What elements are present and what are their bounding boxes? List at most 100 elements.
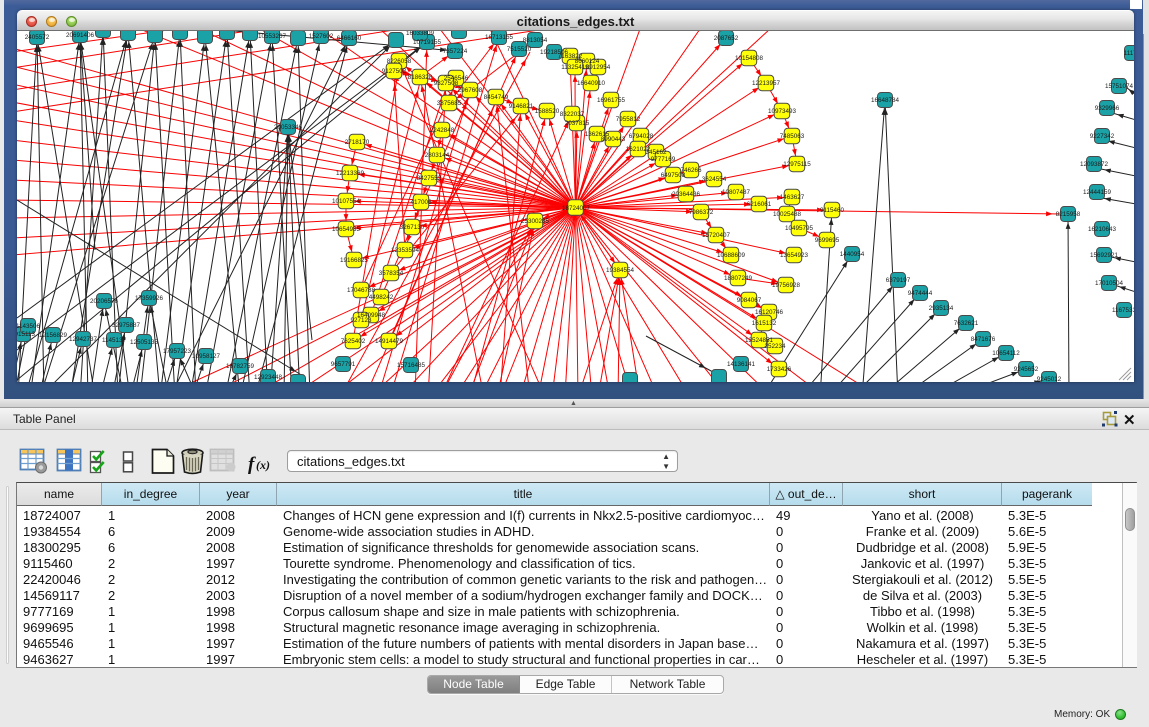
svg-text:17359926: 17359926 <box>135 295 164 302</box>
svg-text:3624554: 3624554 <box>702 176 727 183</box>
svg-text:2405572: 2405572 <box>25 34 50 41</box>
svg-text:7625402: 7625402 <box>341 338 366 345</box>
svg-text:2037815: 2037815 <box>565 120 590 127</box>
svg-text:10958127: 10958127 <box>192 353 221 360</box>
svg-text:10654935: 10654935 <box>332 226 361 233</box>
svg-text:17046788: 17046788 <box>347 287 376 294</box>
svg-text:8427552: 8427552 <box>417 175 442 182</box>
svg-text:7986372: 7986372 <box>689 209 714 216</box>
svg-text:3875685: 3875685 <box>437 100 462 107</box>
svg-text:10654112: 10654112 <box>992 350 1020 357</box>
svg-text:12923448: 12923448 <box>254 374 283 381</box>
svg-text:15716485: 15716485 <box>397 362 426 369</box>
svg-text:3267130: 3267130 <box>400 224 425 231</box>
svg-text:8322037: 8322037 <box>560 111 585 118</box>
svg-text:(x): (x) <box>256 458 270 472</box>
svg-text:16782759: 16782759 <box>226 363 255 370</box>
svg-text:9084067: 9084067 <box>737 297 762 304</box>
svg-text:2967608: 2967608 <box>458 87 483 94</box>
svg-text:14914479: 14914479 <box>375 338 404 345</box>
svg-text:16961755: 16961755 <box>597 97 626 104</box>
svg-text:12444159: 12444159 <box>1083 189 1112 196</box>
svg-text:9227342: 9227342 <box>1090 133 1115 140</box>
svg-text:6216061: 6216061 <box>747 201 772 208</box>
svg-text:9146821: 9146821 <box>509 103 534 110</box>
svg-text:20691406: 20691406 <box>66 32 95 39</box>
svg-text:11325419: 11325419 <box>561 64 589 71</box>
svg-text:1463627: 1463627 <box>780 194 805 201</box>
svg-text:10688609: 10688609 <box>717 252 746 259</box>
svg-text:12353594: 12353594 <box>391 247 420 254</box>
svg-text:7955812: 7955812 <box>616 116 641 123</box>
svg-text:15720407: 15720407 <box>702 232 731 239</box>
svg-text:9115460: 9115460 <box>820 207 845 214</box>
svg-text:9474444: 9474444 <box>908 290 933 297</box>
svg-text:15751074: 15751074 <box>1105 83 1134 90</box>
svg-text:345162: 345162 <box>645 149 667 156</box>
svg-text:19384554: 19384554 <box>606 267 635 274</box>
svg-text:9657791: 9657791 <box>331 361 356 368</box>
svg-text:10495795: 10495795 <box>785 225 814 232</box>
svg-text:16648784: 16648784 <box>871 97 900 104</box>
svg-text:8454749: 8454749 <box>484 94 509 101</box>
svg-text:1145137: 1145137 <box>102 337 127 344</box>
svg-text:12213957: 12213957 <box>752 80 781 87</box>
svg-text:8912954: 8912954 <box>586 64 611 71</box>
svg-text:16210643: 16210643 <box>1088 226 1117 233</box>
svg-text:10553267: 10553267 <box>258 33 287 40</box>
svg-text:f: f <box>248 454 256 475</box>
svg-text:20206576: 20206576 <box>90 298 119 305</box>
svg-text:10807487: 10807487 <box>722 189 751 196</box>
svg-text:16640910: 16640910 <box>577 80 606 87</box>
svg-text:3578354: 3578354 <box>379 270 404 277</box>
svg-text:16120746: 16120746 <box>755 309 784 316</box>
svg-text:12975115: 12975115 <box>783 161 811 168</box>
svg-text:9699695: 9699695 <box>815 237 840 244</box>
svg-text:10154808: 10154808 <box>735 55 764 62</box>
svg-text:8186328: 8186328 <box>408 74 433 81</box>
svg-text:1167533: 1167533 <box>1112 307 1134 314</box>
svg-text:10973493: 10973493 <box>768 108 797 115</box>
svg-text:9327508: 9327508 <box>434 80 459 87</box>
svg-text:1143506: 1143506 <box>17 323 41 330</box>
svg-text:32975887: 32975887 <box>112 322 141 329</box>
svg-text:9245012: 9245012 <box>1037 376 1062 382</box>
svg-text:12156829: 12156829 <box>39 332 68 339</box>
svg-text:2242848: 2242848 <box>430 127 455 134</box>
svg-text:6497508: 6497508 <box>661 172 686 179</box>
svg-text:11172: 11172 <box>1124 50 1134 57</box>
svg-text:927123: 927123 <box>350 317 372 324</box>
svg-text:13654923: 13654923 <box>780 252 809 259</box>
svg-text:417006: 417006 <box>410 199 432 206</box>
svg-text:8215958: 8215958 <box>1056 211 1081 218</box>
svg-text:1440954: 1440954 <box>840 251 865 258</box>
svg-text:20364436: 20364436 <box>672 191 701 198</box>
svg-text:20053346: 20053346 <box>274 124 303 131</box>
svg-text:1588520: 1588520 <box>535 108 560 115</box>
svg-text:14136141: 14136141 <box>727 361 756 368</box>
svg-text:9777169: 9777169 <box>651 156 676 163</box>
svg-text:7515520: 7515520 <box>507 46 532 53</box>
svg-text:8471676: 8471676 <box>971 336 996 343</box>
svg-text:15692921: 15692921 <box>1090 252 1119 259</box>
svg-text:10025488: 10025488 <box>773 211 802 218</box>
svg-text:2087652: 2087652 <box>714 35 739 42</box>
svg-text:8226058: 8226058 <box>387 58 412 65</box>
svg-text:7632621: 7632621 <box>954 320 979 327</box>
svg-text:10719155: 10719155 <box>413 39 442 46</box>
svg-text:1733426: 1733426 <box>767 366 792 373</box>
svg-text:2718170: 2718170 <box>345 139 370 146</box>
svg-text:12505135: 12505135 <box>130 339 159 346</box>
svg-text:6794028: 6794028 <box>629 133 654 140</box>
svg-text:19756928: 19756928 <box>772 282 801 289</box>
svg-text:16713155: 16713155 <box>485 34 514 41</box>
svg-text:12213369: 12213369 <box>336 170 365 177</box>
svg-text:12093872: 12093872 <box>1080 161 1109 168</box>
svg-text:1527602: 1527602 <box>309 33 334 40</box>
svg-text:9245652: 9245652 <box>1014 366 1039 373</box>
svg-text:9329966: 9329966 <box>1095 105 1120 112</box>
svg-text:9127503: 9127503 <box>382 68 407 75</box>
svg-text:4498242: 4498242 <box>369 294 394 301</box>
svg-text:12942737: 12942737 <box>69 336 98 343</box>
svg-text:17010504: 17010504 <box>1095 280 1124 287</box>
